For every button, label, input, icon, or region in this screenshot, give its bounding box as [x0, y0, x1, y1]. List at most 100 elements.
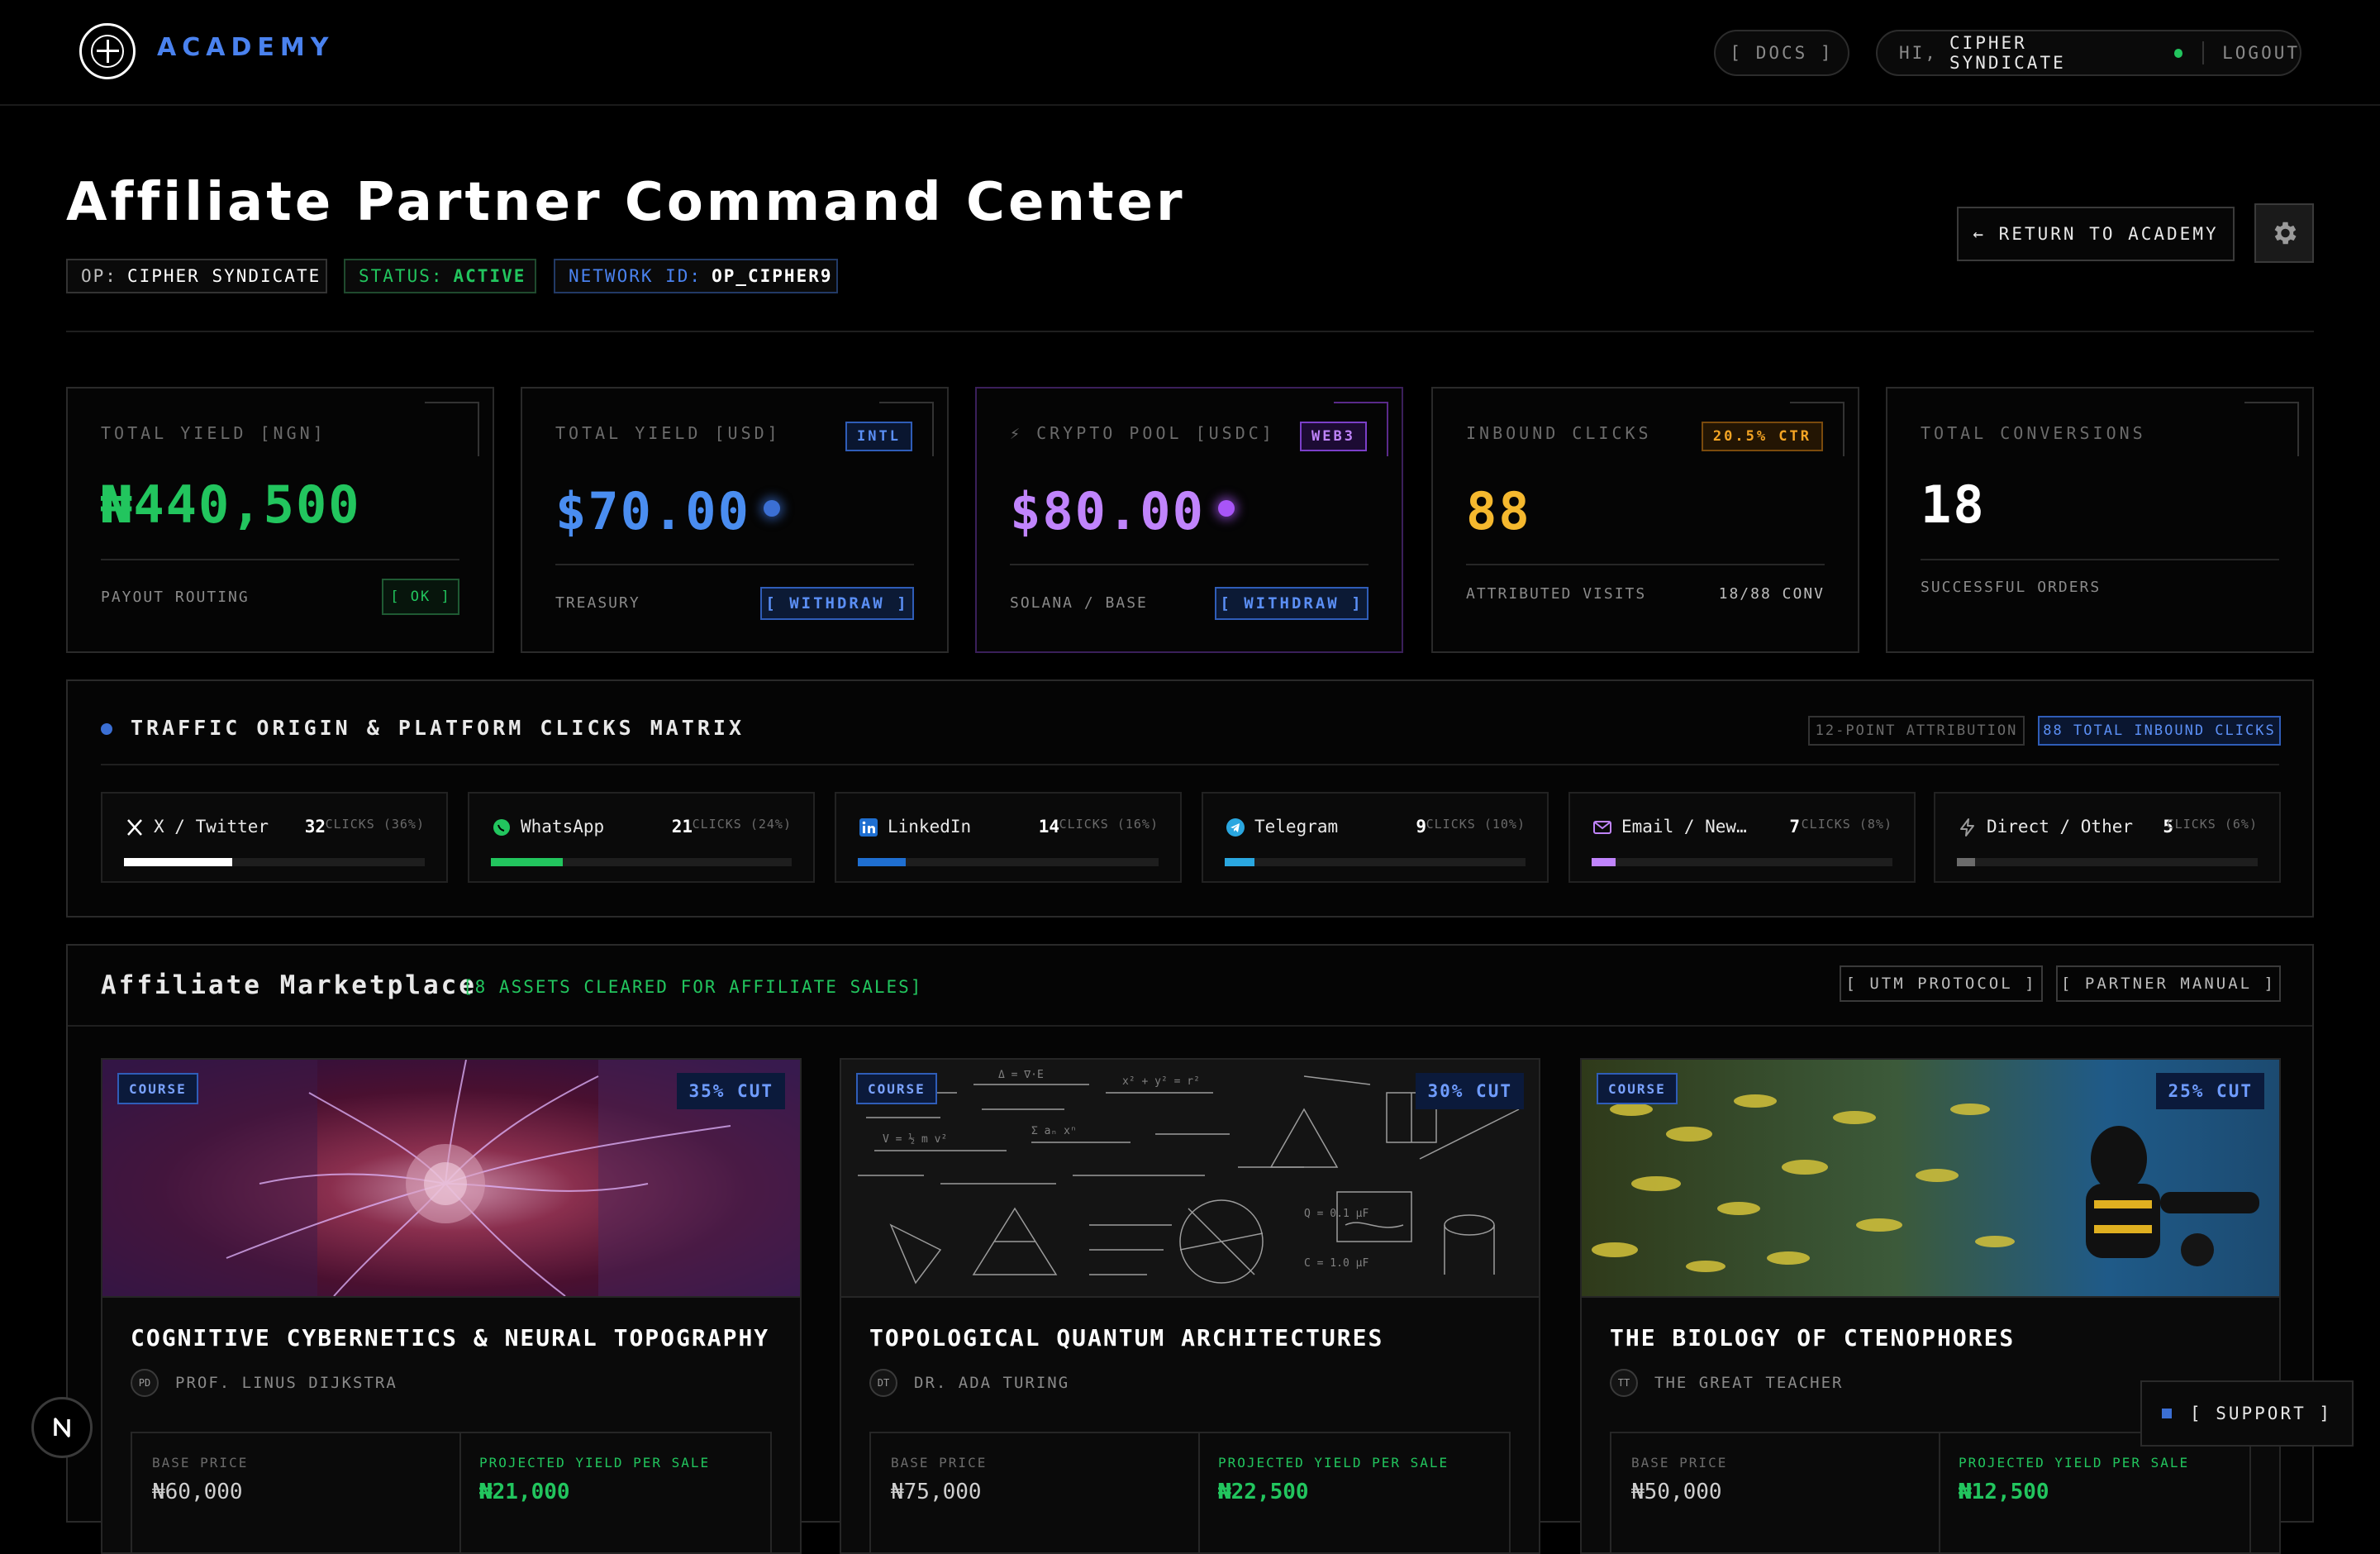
- stat-footer: SOLANA / BASE: [1010, 594, 1148, 612]
- settings-button[interactable]: [2254, 203, 2314, 263]
- traffic-title: TRAFFIC ORIGIN & PLATFORM CLICKS MATRIX: [131, 716, 745, 740]
- svg-text:C = 1.0 μF: C = 1.0 μF: [1304, 1257, 1368, 1270]
- course-card[interactable]: COURSE 25% CUT THE BIOLOGY OF CTENOPHORE…: [1580, 1058, 2281, 1554]
- yield-value: ₦22,500: [1218, 1480, 1309, 1504]
- stat-value: $70.00: [555, 481, 750, 541]
- panel-divider: [101, 764, 2279, 765]
- stat-label: TOTAL YIELD [NGN]: [101, 423, 326, 443]
- svg-text:x² + y² = r²: x² + y² = r²: [1122, 1075, 1200, 1088]
- brand-name[interactable]: ACADEMY: [157, 33, 334, 62]
- course-tag: COURSE: [856, 1073, 937, 1104]
- source-count: 21: [671, 817, 693, 837]
- payout-ok-button[interactable]: [ OK ]: [382, 579, 459, 615]
- traffic-source-x-twitter[interactable]: X / Twitter 32 CLICKS (36%): [101, 792, 448, 883]
- traffic-source-direct[interactable]: Direct / Other 5 CLICKS (6%): [1934, 792, 2281, 883]
- base-price-value: ₦60,000: [152, 1480, 243, 1504]
- course-card[interactable]: COURSE 35% CUT COGNITIVE CYBERNETICS & N…: [101, 1058, 802, 1554]
- stat-value: $80.00: [1010, 481, 1205, 541]
- logout-button[interactable]: LOGOUT: [2222, 43, 2300, 63]
- yield-value: ₦21,000: [479, 1480, 570, 1504]
- framework-badge-icon[interactable]: [31, 1397, 93, 1458]
- source-progress-bar: [858, 858, 1159, 866]
- traffic-source-telegram[interactable]: Telegram 9 CLICKS (10%): [1202, 792, 1549, 883]
- source-name: Telegram: [1254, 817, 1339, 837]
- stat-value: ₦440,500: [101, 474, 361, 535]
- source-clicks: CLICKS (8%): [1801, 817, 1892, 832]
- gear-icon: [2274, 222, 2297, 245]
- commission-badge: 30% CUT: [1416, 1073, 1524, 1109]
- source-progress-fill: [1592, 858, 1616, 866]
- price-panel: BASE PRICE ₦75,000 PROJECTED YIELD PER S…: [869, 1432, 1511, 1552]
- card-divider: [101, 559, 459, 560]
- source-name: Email / Newsletter: [1621, 817, 1757, 837]
- stat-card-clicks: INBOUND CLICKS 20.5% CTR 88 ATTRIBUTED V…: [1431, 387, 1859, 653]
- user-pill: HI, CIPHER SYNDICATE LOGOUT: [1876, 30, 2301, 76]
- traffic-source-email[interactable]: Email / Newsletter 7 CLICKS (8%): [1568, 792, 1916, 883]
- operator-tag: OP: CIPHER SYNDICATE: [66, 259, 327, 293]
- support-button[interactable]: [ SUPPORT ]: [2140, 1380, 2354, 1447]
- source-clicks: CLICKS (10%): [1426, 817, 1526, 832]
- stat-footer: TREASURY: [555, 594, 640, 612]
- page-title: Affiliate Partner Command Center: [66, 172, 1186, 233]
- section-indicator-dot: [101, 723, 112, 735]
- course-title: TOPOLOGICAL QUANTUM ARCHITECTURES: [869, 1324, 1384, 1351]
- source-name: Direct / Other: [1987, 817, 2134, 837]
- card-divider: [1466, 564, 1825, 565]
- network-key: NETWORK ID:: [569, 266, 702, 286]
- web3-badge: WEB3: [1300, 422, 1367, 451]
- svg-text:V = ½ m v²: V = ½ m v²: [883, 1133, 947, 1146]
- return-to-academy-button[interactable]: ← RETURN TO ACADEMY: [1957, 207, 2235, 261]
- yield-label: PROJECTED YIELD PER SALE: [1218, 1455, 1449, 1471]
- operator-value: CIPHER SYNDICATE: [126, 266, 321, 286]
- base-price-label: BASE PRICE: [1631, 1455, 1728, 1471]
- stat-label: INBOUND CLICKS: [1466, 423, 1652, 443]
- stat-label: TOTAL CONVERSIONS: [1921, 423, 2146, 443]
- source-progress-fill: [491, 858, 564, 866]
- commission-badge: 35% CUT: [677, 1073, 785, 1109]
- divider: [2202, 41, 2205, 64]
- svg-text:Δ = ∇·E: Δ = ∇·E: [998, 1069, 1044, 1081]
- source-name: LinkedIn: [888, 817, 972, 837]
- top-navbar: ACADEMY [ DOCS ] HI, CIPHER SYNDICATE LO…: [0, 0, 2380, 106]
- source-count: 14: [1038, 817, 1059, 837]
- support-indicator-icon: [2161, 1409, 2172, 1418]
- usd-indicator-dot: [764, 500, 780, 517]
- stat-footer: SUCCESSFUL ORDERS: [1921, 579, 2102, 596]
- avatar: PD: [131, 1369, 159, 1397]
- svg-text:Q = 0.1 μF: Q = 0.1 μF: [1304, 1208, 1368, 1220]
- course-title: THE BIOLOGY OF CTENOPHORES: [1610, 1324, 2016, 1351]
- crypto-withdraw-button[interactable]: [ WITHDRAW ]: [1215, 587, 1368, 620]
- stat-card-conversions: TOTAL CONVERSIONS 18 SUCCESSFUL ORDERS: [1886, 387, 2314, 653]
- course-author: THE GREAT TEACHER: [1654, 1374, 1844, 1392]
- utm-protocol-button[interactable]: [ UTM PROTOCOL ]: [1840, 965, 2043, 1002]
- source-clicks: CLICKS (24%): [692, 817, 792, 832]
- intl-badge: INTL: [845, 422, 912, 451]
- academy-logo-icon[interactable]: [79, 23, 136, 79]
- base-price-label: BASE PRICE: [152, 1455, 249, 1471]
- online-status-dot: [2173, 48, 2183, 58]
- source-progress-bar: [1957, 858, 2258, 866]
- conversion-ratio: 18/88 CONV: [1718, 585, 1825, 603]
- course-card[interactable]: ∫ f(x) dxΔ = ∇·E x² + y² = r²V = ½ m v² …: [840, 1058, 1540, 1554]
- whatsapp-icon: [491, 817, 512, 838]
- docs-button[interactable]: [ DOCS ]: [1714, 30, 1849, 76]
- stat-card-usd: TOTAL YIELD [USD] INTL $70.00 TREASURY […: [521, 387, 949, 653]
- support-label: [ SUPPORT ]: [2189, 1404, 2333, 1423]
- stat-value: 88: [1466, 481, 1531, 541]
- ctr-badge: 20.5% CTR: [1701, 422, 1823, 451]
- stat-value: 18: [1921, 474, 1986, 535]
- stat-label: ⚡ CRYPTO POOL [USDC]: [1010, 423, 1275, 443]
- price-divider: [459, 1433, 461, 1552]
- svg-text:Σ aₙ xⁿ: Σ aₙ xⁿ: [1031, 1125, 1077, 1137]
- linkedin-icon: [858, 817, 879, 838]
- yield-label: PROJECTED YIELD PER SALE: [1959, 1455, 2190, 1471]
- traffic-source-whatsapp[interactable]: WhatsApp 21 CLICKS (24%): [468, 792, 815, 883]
- card-corner: [425, 402, 479, 456]
- usd-withdraw-button[interactable]: [ WITHDRAW ]: [760, 587, 914, 620]
- source-progress-bar: [1225, 858, 1526, 866]
- traffic-source-linkedin[interactable]: LinkedIn 14 CLICKS (16%): [835, 792, 1182, 883]
- price-divider: [1198, 1433, 1200, 1552]
- course-tag: COURSE: [117, 1073, 198, 1104]
- stat-label: TOTAL YIELD [USD]: [555, 423, 781, 443]
- partner-manual-button[interactable]: [ PARTNER MANUAL ]: [2056, 965, 2281, 1002]
